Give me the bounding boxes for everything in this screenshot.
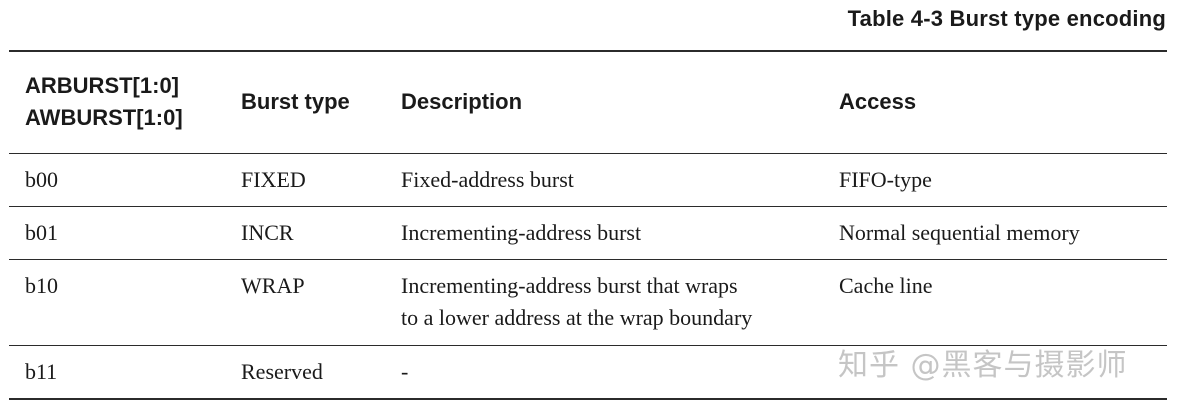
cell-type: Reserved [241,358,323,384]
table-row: b00 FIXED Fixed-address burst FIFO-type [9,153,1167,206]
table-row: b01 INCR Incrementing-address burst Norm… [9,206,1167,259]
cell-description: Incrementing-address burst [401,206,839,259]
cell-type: WRAP [241,272,305,298]
cell-code: b10 [25,272,58,298]
cell-description: Fixed-address burst [401,153,839,206]
cell-type: INCR [241,219,294,245]
header-row: ARBURST[1:0] AWBURST[1:0] Burst type Des… [9,51,1167,153]
header-description: Description [401,89,523,115]
cell-code: b01 [25,219,58,245]
description-line: Incrementing-address burst that wraps [401,272,738,298]
cell-access: Cache line [839,272,933,298]
cell-description: - [401,345,839,399]
description-line: to a lower address at the wrap boundary [401,304,753,330]
cell-code: b00 [25,166,58,192]
description-line: Incrementing-address burst [401,219,642,245]
header-awburst: AWBURST[1:0] [25,105,183,131]
table-caption: Table 4-3 Burst type encoding [847,6,1166,31]
description-line: - [401,358,409,384]
watermark: 知乎 @黑客与摄影师 [838,348,1128,383]
cell-access: Normal sequential memory [839,219,1080,245]
cell-description: Incrementing-address burst that wraps to… [401,259,839,345]
header-burst-signal: ARBURST[1:0] AWBURST[1:0] [9,51,241,153]
cell-code: b11 [25,358,58,384]
description-line: Fixed-address burst [401,166,574,192]
table-row: b10 WRAP Incrementing-address burst that… [9,259,1167,345]
header-arburst: ARBURST[1:0] [25,73,179,99]
header-access: Access [839,89,917,115]
header-burst-type: Burst type [241,89,350,115]
table-header: ARBURST[1:0] AWBURST[1:0] Burst type Des… [9,51,1167,153]
cell-access: FIFO-type [839,166,932,192]
cell-type: FIXED [241,166,306,192]
